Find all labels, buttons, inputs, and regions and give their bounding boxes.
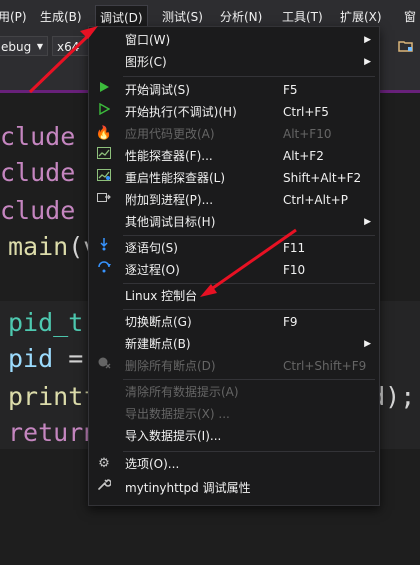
- submenu-arrow-icon: ▶: [364, 217, 371, 227]
- menu-item-relaunch-profiler[interactable]: 重启性能探查器(L) Shift+Alt+F2: [89, 167, 379, 189]
- flame-icon: 🔥: [95, 126, 113, 141]
- menu-item-step-into[interactable]: 逐语句(S) F11: [89, 237, 379, 259]
- menu-separator: [123, 76, 375, 77]
- menu-tools[interactable]: 工具(T): [278, 7, 327, 27]
- code-line-7: printf: [8, 382, 99, 411]
- menu-item-attach-to-process[interactable]: 附加到进程(P)... Ctrl+Alt+P: [89, 189, 379, 211]
- play-filled-icon: [95, 79, 113, 101]
- menu-window[interactable]: 窗: [400, 7, 420, 27]
- menu-item-performance-profiler[interactable]: 性能探查器(F)... Alt+F2: [89, 145, 379, 167]
- menu-extensions[interactable]: 扩展(X): [336, 7, 386, 27]
- menu-separator: [123, 235, 375, 236]
- attach-process-icon: [95, 189, 113, 211]
- menu-separator: [123, 451, 375, 452]
- menu-item-delete-all-breakpoints: 删除所有断点(D) Ctrl+Shift+F9: [89, 355, 379, 377]
- menu-item-apply-code-changes: 🔥 应用代码更改(A) Alt+F10: [89, 123, 379, 145]
- submenu-arrow-icon: ▶: [364, 35, 371, 45]
- menu-item-start-debugging[interactable]: 开始调试(S) F5: [89, 79, 379, 101]
- configuration-dropdown[interactable]: ebug ▼: [0, 36, 48, 56]
- menu-item-import-datatips[interactable]: 导入数据提示(I)...: [89, 425, 379, 447]
- chevron-down-icon: ▼: [36, 42, 43, 51]
- menu-item-clear-all-datatips: 清除所有数据提示(A): [125, 385, 239, 399]
- menu-item-step-over[interactable]: 逐过程(O) F10: [89, 259, 379, 281]
- platform-value: x64: [57, 40, 80, 54]
- menu-item-other-debug-targets[interactable]: 其他调试目标(H) ▶: [89, 211, 379, 233]
- code-line-6: pid =: [8, 344, 84, 373]
- menu-item-graphics[interactable]: 图形(C) ▶: [89, 51, 379, 73]
- step-into-icon: [95, 237, 113, 259]
- menu-separator: [123, 283, 375, 284]
- menu-item-toggle-breakpoint[interactable]: 切换断点(G) F9: [89, 311, 379, 333]
- folder-icon[interactable]: [398, 38, 414, 52]
- menu-item-export-datatips: 导出数据提示(X) ...: [125, 407, 230, 421]
- play-outline-icon: [95, 101, 113, 123]
- menu-analyze[interactable]: 分析(N): [216, 7, 266, 27]
- menu-item-options[interactable]: ⚙ 选项(O)...: [89, 453, 379, 475]
- menu-project[interactable]: 用(P): [0, 7, 31, 27]
- menu-item-debug-properties[interactable]: mytinyhttpd 调试属性: [89, 477, 379, 499]
- menu-item-linux-console[interactable]: Linux 控制台: [89, 285, 379, 307]
- menu-item-new-breakpoint[interactable]: 新建断点(B) ▶: [89, 333, 379, 355]
- platform-dropdown[interactable]: x64: [52, 36, 92, 56]
- submenu-arrow-icon: ▶: [364, 57, 371, 67]
- submenu-arrow-icon: ▶: [364, 339, 371, 349]
- menu-separator: [123, 379, 375, 380]
- profiler-restart-icon: [95, 167, 113, 189]
- code-line-4: main(v: [8, 232, 99, 261]
- menu-build[interactable]: 生成(B): [36, 7, 86, 27]
- menu-separator: [123, 309, 375, 310]
- delete-breakpoints-icon: [95, 355, 113, 377]
- wrench-icon: [95, 477, 113, 499]
- profiler-icon: [95, 145, 113, 167]
- step-over-icon: [95, 259, 113, 281]
- gear-icon: ⚙: [98, 456, 110, 471]
- configuration-value: ebug: [1, 40, 32, 54]
- debug-menu: 窗口(W) ▶ 图形(C) ▶ 开始调试(S) F5 开始执行(不调试)(H) …: [88, 26, 380, 506]
- code-line-8: return: [8, 418, 99, 447]
- menu-item-start-without-debugging[interactable]: 开始执行(不调试)(H) Ctrl+F5: [89, 101, 379, 123]
- menu-test[interactable]: 测试(S): [158, 7, 207, 27]
- code-line-5: pid_t: [8, 308, 84, 337]
- menu-item-window[interactable]: 窗口(W) ▶: [89, 29, 379, 51]
